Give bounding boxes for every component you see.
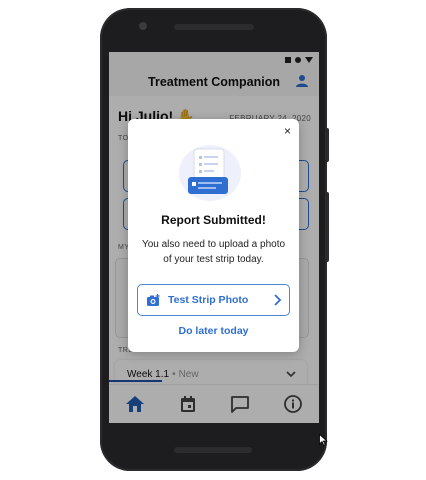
stage: Treatment Companion Hi Julio! ✋ FEBRUARY… [0, 0, 426, 480]
volume-button [325, 128, 329, 162]
report-document-icon [179, 145, 241, 201]
earpiece-speaker [174, 24, 254, 30]
close-icon[interactable]: × [284, 125, 291, 137]
do-later-link[interactable]: Do later today [128, 325, 299, 337]
dialog-title: Report Submitted! [161, 213, 266, 227]
add-photo-icon [147, 293, 160, 306]
dialog-message: You also need to upload a photo of your … [141, 239, 286, 265]
chevron-right-icon [274, 294, 282, 306]
phone-bottom-speaker [174, 447, 252, 453]
mouse-cursor-icon [319, 434, 328, 446]
power-button [325, 192, 329, 262]
test-strip-photo-label: Test Strip Photo [168, 294, 249, 306]
report-submitted-dialog: × Report Submitted! You also need to upl… [128, 119, 299, 352]
front-camera [139, 22, 147, 30]
test-strip-photo-button[interactable]: Test Strip Photo [137, 284, 290, 316]
